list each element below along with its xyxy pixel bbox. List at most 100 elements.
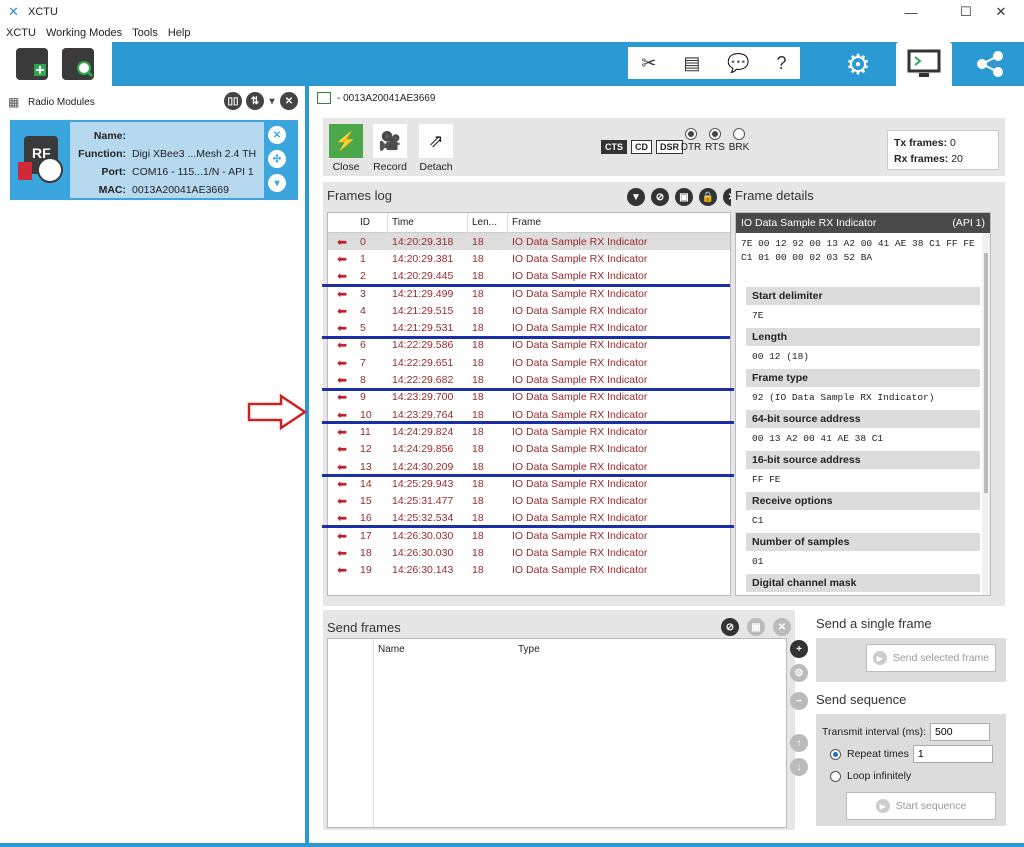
chevron-down-icon[interactable]: ▾	[268, 92, 276, 110]
frame-row[interactable]: ⬅ 9 14:23:29.700 18 IO Data Sample RX Indica…	[328, 389, 730, 406]
start-sequence-button[interactable]: ▶ Start sequence	[846, 792, 996, 820]
frame-row[interactable]: ⬅ 7 14:22:29.651 18 IO Data Sample RX Indica…	[328, 354, 730, 371]
move-down-icon[interactable]: ↓	[790, 758, 808, 776]
received-arrow-icon: ⬅	[336, 494, 348, 509]
interval-input[interactable]	[930, 723, 991, 741]
column-time[interactable]: Time	[388, 212, 468, 233]
configuration-mode-gear-icon[interactable]: ⚙	[830, 42, 886, 86]
frame-details-header: IO Data Sample RX Indicator (API 1)	[736, 213, 990, 233]
frame-row[interactable]: ⬅ 19 14:26:30.143 18 IO Data Sample RX Indic…	[328, 562, 730, 579]
frame-length: 18	[472, 529, 484, 542]
received-arrow-icon: ⬅	[336, 338, 348, 353]
column-name[interactable]: Name	[374, 644, 514, 655]
xbee-recovery-icon[interactable]: ▤	[683, 53, 700, 74]
frame-row[interactable]: ⬅ 8 14:22:29.682 18 IO Data Sample RX Indica…	[328, 371, 730, 388]
frame-field-label: 64-bit source address	[746, 410, 980, 428]
menu-xctu[interactable]: XCTU	[6, 27, 36, 39]
mac-label: MAC:	[98, 184, 126, 196]
minimize-button[interactable]: —	[888, 0, 934, 24]
frame-row[interactable]: ⬅ 18 14:26:30.030 18 IO Data Sample RX Indic…	[328, 544, 730, 561]
discover-devices-icon[interactable]	[62, 48, 94, 80]
frame-row[interactable]: ⬅ 6 14:22:29.586 18 IO Data Sample RX Indica…	[328, 337, 730, 354]
frame-length: 18	[472, 339, 484, 352]
frame-details-scrollbar[interactable]	[982, 233, 990, 595]
line-status: CTS CD DSR	[601, 140, 684, 154]
dtr-toggle[interactable]: DTR	[679, 128, 703, 153]
radio-module-card[interactable]: RF Name: Function: Digi XBee3 ...Mesh 2.4…	[10, 120, 298, 200]
received-arrow-icon: ⬅	[336, 355, 348, 370]
close-send-frames-icon[interactable]: ✕	[773, 618, 791, 636]
frame-row[interactable]: ⬅ 0 14:20:29.318 18 IO Data Sample RX Indica…	[328, 233, 730, 251]
frame-row[interactable]: ⬅ 13 14:24:30.209 18 IO Data Sample RX Indic…	[328, 458, 730, 475]
received-arrow-icon: ⬅	[336, 424, 348, 439]
lock-icon[interactable]: 🔒	[699, 188, 717, 206]
frame-row[interactable]: ⬅ 5 14:21:29.531 18 IO Data Sample RX Indica…	[328, 319, 730, 336]
frame-row[interactable]: ⬅ 15 14:25:31.477 18 IO Data Sample RX Indic…	[328, 492, 730, 509]
scrollbar-thumb[interactable]	[984, 253, 988, 493]
frame-row[interactable]: ⬅ 3 14:21:29.499 18 IO Data Sample RX Indica…	[328, 285, 730, 302]
interval-row: Transmit interval (ms):	[822, 722, 1000, 742]
frame-time: 14:22:29.682	[392, 374, 454, 387]
frame-type: IO Data Sample RX Indicator	[512, 425, 648, 438]
close-window-button[interactable]: ✕	[978, 0, 1024, 24]
frame-counters: Tx frames: 0 Rx frames: 20	[887, 130, 999, 170]
menu-working-modes[interactable]: Working Modes	[46, 27, 122, 39]
send-sequence-title: Send sequence	[816, 692, 907, 707]
feedback-icon[interactable]: 💬	[727, 53, 749, 74]
loop-row: Loop infinitely	[822, 766, 1000, 786]
filter-frames-icon[interactable]: ▼	[627, 188, 645, 206]
frame-row[interactable]: ⬅ 4 14:21:29.515 18 IO Data Sample RX Indica…	[328, 302, 730, 319]
frame-time: 14:20:29.381	[392, 252, 454, 265]
clear-send-frames-icon[interactable]: ⊘	[721, 618, 739, 636]
tools-icon[interactable]: ✂	[641, 53, 656, 74]
menu-tools[interactable]: Tools	[132, 27, 158, 39]
close-connection-button[interactable]: ⚡ Close	[327, 124, 365, 173]
column-type[interactable]: Type	[514, 644, 540, 655]
frame-row[interactable]: ⬅ 11 14:24:29.824 18 IO Data Sample RX Indic…	[328, 423, 730, 440]
console-tab[interactable]: - 0013A20041AE3669	[317, 92, 435, 104]
column-id[interactable]: ID	[356, 212, 388, 233]
frame-row[interactable]: ⬅ 1 14:20:29.381 18 IO Data Sample RX Indica…	[328, 250, 730, 267]
rts-toggle[interactable]: RTS	[703, 128, 727, 153]
port-label: Port:	[101, 166, 127, 178]
brk-toggle[interactable]: BRK	[727, 128, 751, 153]
frame-field-label: Digital channel mask	[746, 574, 980, 592]
loop-infinitely-radio[interactable]	[830, 770, 841, 782]
repeat-times-input[interactable]	[912, 745, 993, 763]
frame-time: 14:20:29.445	[392, 270, 454, 283]
add-device-icon[interactable]	[16, 48, 48, 80]
frame-length: 18	[472, 425, 484, 438]
edit-frame-gear-icon[interactable]: ⚙	[790, 664, 808, 682]
send-selected-frame-button[interactable]: ▶ Send selected frame	[866, 644, 996, 672]
record-button[interactable]: 🎥 Record	[371, 124, 409, 173]
consoles-mode-monitor-icon[interactable]	[896, 42, 952, 86]
clear-frames-icon[interactable]: ⊘	[651, 188, 669, 206]
main-toolbar: ✂ ▤ 💬 ? ⚙	[0, 42, 1024, 86]
help-icon[interactable]: ?	[777, 53, 787, 74]
remove-all-icon[interactable]: ✕	[280, 92, 298, 110]
console-toolbar: ⚡ Close 🎥 Record ⇗ Detach CTS CD DSR DTR…	[323, 118, 1005, 176]
discover-radio-nodes-icon[interactable]: ✣	[268, 150, 286, 168]
frame-length: 18	[472, 546, 484, 559]
frame-row[interactable]: ⬅ 14 14:25:29.943 18 IO Data Sample RX Indic…	[328, 475, 730, 492]
save-frames-icon[interactable]: ▣	[675, 188, 693, 206]
sort-icon[interactable]: ⇅	[246, 92, 264, 110]
detach-button[interactable]: ⇗ Detach	[417, 124, 455, 173]
remove-frame-icon[interactable]: −	[790, 692, 808, 710]
column-frame[interactable]: Frame	[508, 213, 728, 233]
add-frame-icon[interactable]: +	[790, 640, 808, 658]
filter-icon[interactable]: ▯▯	[224, 92, 242, 110]
move-up-icon[interactable]: ↑	[790, 734, 808, 752]
menu-help[interactable]: Help	[168, 27, 191, 39]
module-chevron-down-icon[interactable]: ▾	[268, 174, 286, 192]
frame-row[interactable]: ⬅ 2 14:20:29.445 18 IO Data Sample RX Indica…	[328, 268, 730, 285]
function-value: Digi XBee3 ...Mesh 2.4 TH	[132, 148, 257, 160]
disconnect-icon[interactable]: ✕	[268, 126, 286, 144]
frame-row[interactable]: ⬅ 12 14:24:29.856 18 IO Data Sample RX Indic…	[328, 441, 730, 458]
column-length[interactable]: Len...	[468, 212, 508, 233]
network-mode-icon[interactable]	[962, 42, 1018, 86]
frame-row[interactable]: ⬅ 17 14:26:30.030 18 IO Data Sample RX Indic…	[328, 527, 730, 544]
repeat-times-radio[interactable]	[830, 748, 841, 760]
annotation-arrow-icon	[247, 394, 307, 430]
save-send-frames-icon[interactable]: ▣	[747, 618, 765, 636]
